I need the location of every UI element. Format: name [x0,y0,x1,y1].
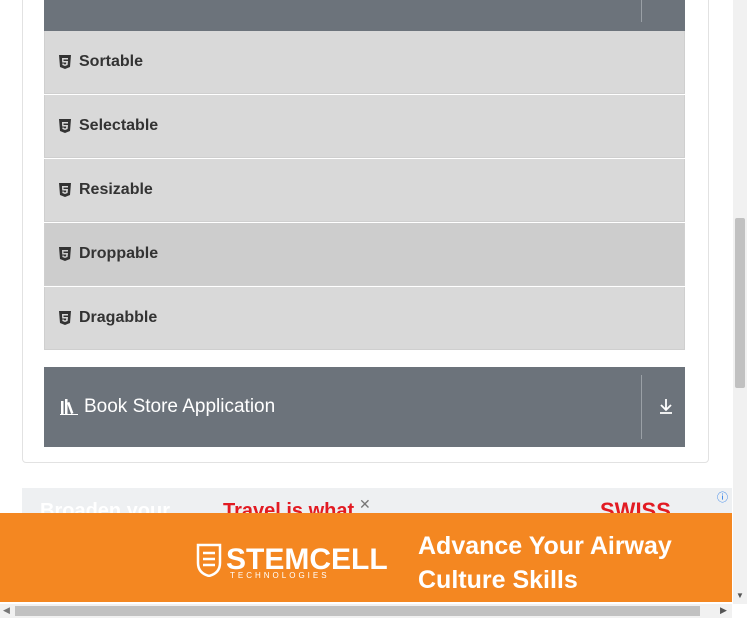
menu-item-droppable[interactable]: Droppable [44,223,685,286]
scrollbar-thumb[interactable] [15,606,700,616]
scrollbar-thumb[interactable] [735,218,745,388]
books-icon [60,399,78,415]
html5-icon [59,55,71,69]
vertical-scrollbar[interactable]: ▼ [733,0,747,604]
book-store-header[interactable]: Book Store Application [44,367,685,447]
ad-brand-tagline: TECHNOLOGIES [230,571,330,580]
menu-item-resizable[interactable]: Resizable [44,159,685,222]
menu-item-label: Resizable [79,181,153,198]
menu-item-dragabble[interactable]: Dragabble [44,287,685,350]
interactions-menu: Sortable Selectable Resizable Droppable … [44,31,685,351]
menu-item-label: Selectable [79,117,159,134]
html5-icon [59,119,71,133]
book-store-title: Book Store Application [84,396,276,417]
stemcell-mark-icon [196,543,222,577]
header-divider [641,375,642,439]
ad-info-icon[interactable]: ⓘ [717,489,728,505]
ad-banner-top[interactable]: Broaden your Travel is what ✕ SWISS [22,488,732,514]
header-divider [641,0,642,22]
menu-item-sortable[interactable]: Sortable [44,31,685,94]
html5-icon [59,183,71,197]
html5-icon [59,247,71,261]
menu-item-label: Dragabble [79,309,158,326]
menu-item-selectable[interactable]: Selectable [44,95,685,158]
group-header[interactable] [44,0,685,31]
ad-headline-line: Culture Skills [418,566,578,594]
menu-item-label: Droppable [79,245,159,262]
ad-text: Broaden your [40,500,171,514]
scroll-right-arrow-icon[interactable]: ▶ [720,605,727,616]
scroll-down-arrow-icon[interactable]: ▼ [736,591,744,600]
download-arrow-icon[interactable] [656,396,676,421]
ad-headline: Advance Your Airway Culture Skills [418,529,672,597]
html5-icon [59,311,71,325]
menu-item-label: Sortable [79,53,144,70]
scroll-left-arrow-icon[interactable]: ◀ [3,605,10,616]
ad-close-icon[interactable]: ✕ [359,496,371,513]
horizontal-scrollbar[interactable]: ◀ ▶ [0,604,732,618]
stemcell-logo: STEMCELL TECHNOLOGIES [196,543,388,580]
ad-banner-main[interactable]: STEMCELL TECHNOLOGIES Advance Your Airwa… [0,513,732,602]
ad-text: Travel is what [223,500,355,514]
swiss-logo: SWISS [600,498,671,514]
ad-headline-line: Advance Your Airway [418,532,672,560]
